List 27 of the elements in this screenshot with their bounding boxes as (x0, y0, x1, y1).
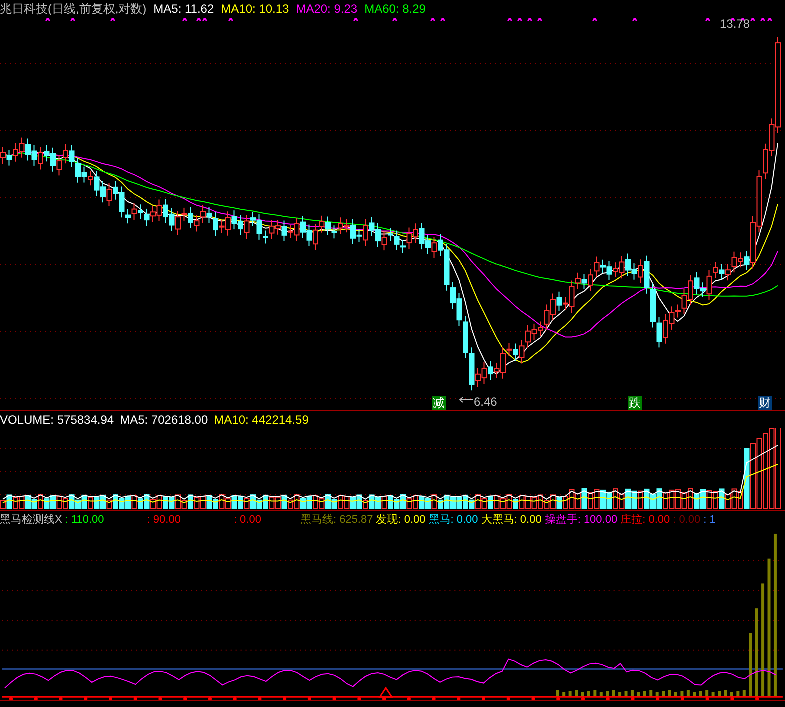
moving-average-value: MA10: 10.13 (221, 1, 290, 17)
high-price-label: 13.78 (720, 16, 750, 32)
indicator-value: : 0.00 (673, 512, 701, 528)
triangle-marker-icon (378, 686, 394, 698)
signal-tag: 减 (432, 396, 446, 410)
indicator-value: 黑马: 0.00 (428, 512, 478, 528)
indicator-value: : 0.00 (234, 512, 262, 528)
volume-value: VOLUME: 575834.94 (0, 412, 114, 428)
moving-average-value: MA20: 9.23 (296, 1, 358, 17)
indicator-value: : 110.00 (65, 512, 104, 528)
indicator-value: : 1 (704, 512, 716, 528)
indicator-value: : 90.00 (147, 512, 181, 528)
moving-average-value: MA60: 8.29 (364, 1, 426, 17)
volume-value: MA10: 442214.59 (214, 412, 309, 428)
arrow-icon (459, 397, 473, 403)
signal-tag: 财 (758, 396, 772, 410)
indicator-value: 大黑马: 0.00 (481, 512, 542, 528)
indicator-value: 庄拉: 0.00 (620, 512, 670, 528)
indicator-value: 操盘手: 100.00 (544, 512, 618, 528)
indicator-value: 发现: 0.00 (376, 512, 426, 528)
volume-value: MA5: 702618.00 (120, 412, 208, 428)
indicator-title: 黑马检测线X (0, 512, 62, 528)
chart-title: 兆日科技(日线,前复权,对数) (0, 1, 147, 17)
indicator-value: 黑马线: 625.87 (300, 512, 374, 528)
moving-average-value: MA5: 11.62 (154, 1, 214, 17)
signal-tag: 跌 (628, 396, 642, 410)
low-price-label: 6.46 (474, 394, 498, 410)
